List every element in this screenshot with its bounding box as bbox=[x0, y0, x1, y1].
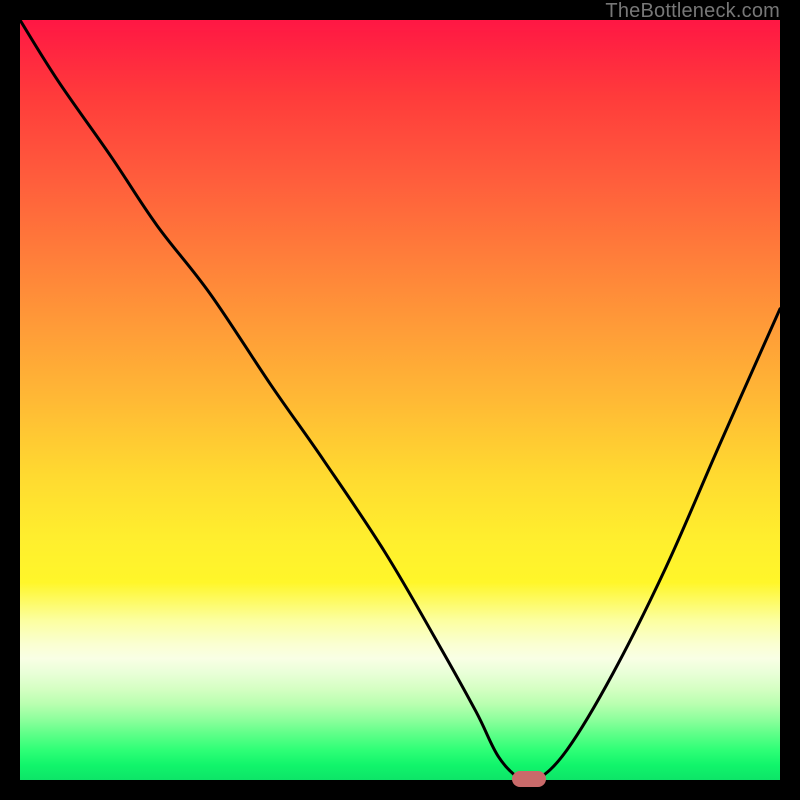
bottleneck-curve bbox=[20, 20, 780, 780]
optimal-marker bbox=[512, 771, 546, 787]
curve-path bbox=[20, 20, 780, 780]
chart-frame: TheBottleneck.com bbox=[0, 0, 800, 800]
plot-area bbox=[20, 20, 780, 780]
